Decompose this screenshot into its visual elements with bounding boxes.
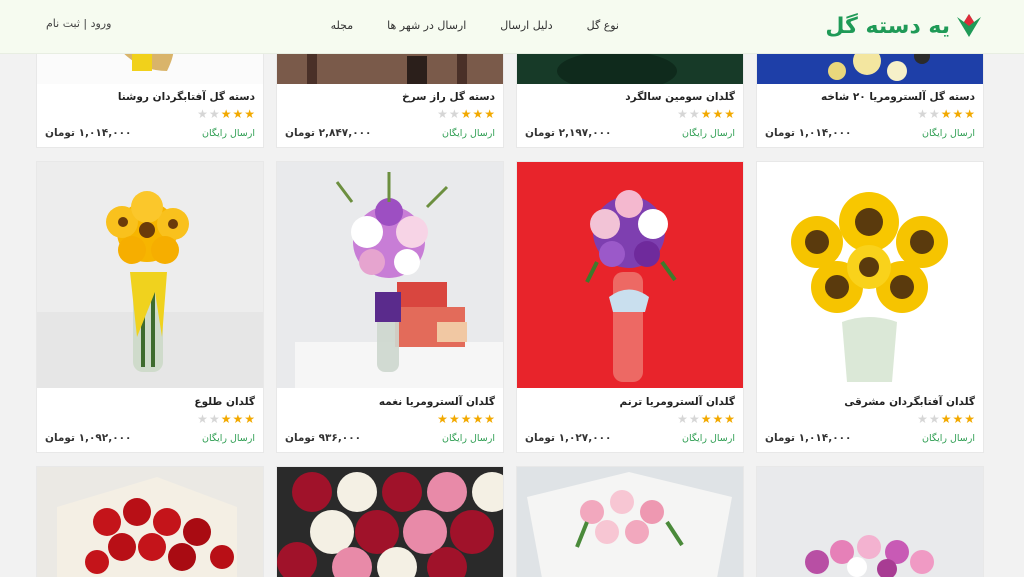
product-image[interactable] [757, 467, 983, 577]
nav-item-magazine[interactable]: مجله [331, 19, 354, 32]
main-nav: نوع گل دلیل ارسال ارسال در شهر ها مجله [331, 19, 619, 32]
product-title[interactable]: دسته گل آلسترومریا ۲۰ شاخه [821, 91, 975, 103]
shipping-label: ارسال رایگان [202, 128, 255, 139]
rating-stars: ★ ★ ★ ★ ★ [917, 412, 975, 426]
nav-item-flower-type[interactable]: نوع گل [587, 19, 619, 32]
product-image[interactable] [37, 467, 263, 577]
product-card[interactable] [756, 466, 984, 577]
shipping-label: ارسال رایگان [922, 128, 975, 139]
product-price: ۱,۰۱۴,۰۰۰ تومان [45, 127, 132, 139]
product-image[interactable] [37, 162, 263, 388]
product-title[interactable]: دسته گل آفتابگردان روشنا [118, 91, 255, 103]
nav-item-cities[interactable]: ارسال در شهر ها [387, 19, 466, 32]
product-card[interactable] [516, 466, 744, 577]
product-title[interactable]: دسته گل راز سرخ [402, 91, 495, 103]
tulip-logo-icon [954, 11, 984, 41]
product-title[interactable]: گلدان سومین سالگرد [625, 91, 735, 103]
shipping-label: ارسال رایگان [442, 433, 495, 444]
product-card[interactable]: گلدان آفتابگردان مشرقی ★ ★ ★ ★ ★ ارسال رایگا… [756, 161, 984, 453]
logo-text: یه دسته گل [825, 13, 950, 39]
product-price: ۱,۰۲۷,۰۰۰ تومان [525, 432, 612, 444]
product-image[interactable] [517, 467, 743, 577]
product-card[interactable]: گلدان طلوع ★ ★ ★ ★ ★ ارسال رایگان ۱,۰۹۲,۰۰۰ … [36, 161, 264, 453]
rating-stars: ★ ★ ★ ★ ★ [677, 107, 735, 121]
product-image[interactable] [277, 467, 503, 577]
site-header: یه دسته گل نوع گل دلیل ارسال ارسال در شه… [0, 0, 1024, 54]
login-register-link[interactable]: ورود | ثبت نام [46, 17, 111, 30]
product-grid: دسته گل آفتابگردان روشنا ★ ★ ★ ★ ★ ارسال رای… [0, 0, 1024, 577]
product-image[interactable] [757, 162, 983, 388]
product-card[interactable]: گلدان آلسترومریا ترنم ★ ★ ★ ★ ★ ارسال رایگان… [516, 161, 744, 453]
rating-stars: ★ ★ ★ ★ ★ [917, 107, 975, 121]
product-price: ۹۳۶,۰۰۰ تومان [285, 432, 362, 444]
rating-stars: ★ ★ ★ ★ ★ [437, 107, 495, 121]
site-logo[interactable]: یه دسته گل [825, 8, 984, 44]
shipping-label: ارسال رایگان [442, 128, 495, 139]
product-image[interactable] [277, 162, 503, 388]
product-price: ۱,۰۱۴,۰۰۰ تومان [765, 127, 852, 139]
product-title[interactable]: گلدان طلوع [194, 396, 255, 408]
rating-stars: ★ ★ ★ ★ ★ [197, 107, 255, 121]
rating-stars: ★ ★ ★ ★ ★ [437, 412, 495, 426]
shipping-label: ارسال رایگان [682, 433, 735, 444]
rating-stars: ★ ★ ★ ★ ★ [677, 412, 735, 426]
product-card[interactable] [276, 466, 504, 577]
product-title[interactable]: گلدان آفتابگردان مشرقی [844, 396, 975, 408]
shipping-label: ارسال رایگان [922, 433, 975, 444]
product-title[interactable]: گلدان آلسترومریا ترنم [620, 396, 735, 408]
shipping-label: ارسال رایگان [202, 433, 255, 444]
product-card[interactable]: گلدان آلسترومریا نغمه ★ ★ ★ ★ ★ ارسال رایگان… [276, 161, 504, 453]
product-price: ۱,۰۱۴,۰۰۰ تومان [765, 432, 852, 444]
shipping-label: ارسال رایگان [682, 128, 735, 139]
product-card[interactable] [36, 466, 264, 577]
product-title[interactable]: گلدان آلسترومریا نغمه [379, 396, 495, 408]
rating-stars: ★ ★ ★ ★ ★ [197, 412, 255, 426]
product-price: ۲,۸۴۷,۰۰۰ تومان [285, 127, 372, 139]
product-image[interactable] [517, 162, 743, 388]
product-price: ۱,۰۹۲,۰۰۰ تومان [45, 432, 132, 444]
product-price: ۲,۱۹۷,۰۰۰ تومان [525, 127, 612, 139]
nav-item-occasion[interactable]: دلیل ارسال [500, 19, 552, 32]
